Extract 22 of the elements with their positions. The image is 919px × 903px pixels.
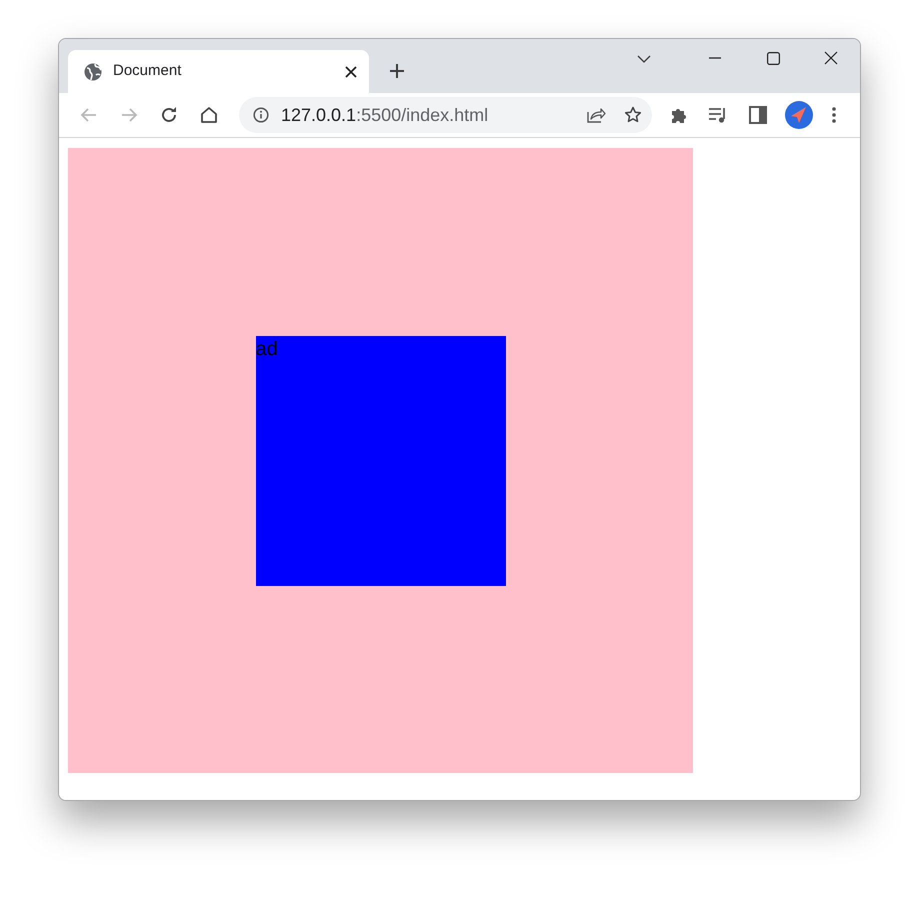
star-icon[interactable]	[624, 106, 642, 124]
reload-icon[interactable]	[159, 105, 179, 125]
url-text: 127.0.0.1:5500/index.html	[281, 104, 488, 126]
globe-icon	[84, 62, 102, 80]
playlist-icon[interactable]	[708, 106, 728, 124]
puzzle-icon[interactable]	[670, 106, 688, 124]
address-bar[interactable]: 127.0.0.1:5500/index.html	[239, 97, 652, 133]
box-text: ad	[256, 336, 278, 362]
maximize-icon	[766, 52, 780, 64]
home-icon[interactable]	[199, 105, 219, 125]
tab-title: Document	[113, 61, 182, 82]
browser-tab[interactable]: Document	[68, 50, 369, 93]
plus-icon	[389, 63, 405, 79]
info-icon	[253, 107, 269, 123]
share-icon[interactable]	[586, 106, 606, 124]
minimize-icon	[709, 57, 721, 59]
close-icon	[824, 51, 838, 65]
profile-avatar[interactable]	[785, 101, 813, 129]
menu-icon[interactable]	[832, 107, 836, 123]
chevron-down-icon	[637, 55, 651, 63]
close-icon[interactable]	[345, 66, 357, 78]
side-panel-icon[interactable]	[749, 106, 767, 124]
